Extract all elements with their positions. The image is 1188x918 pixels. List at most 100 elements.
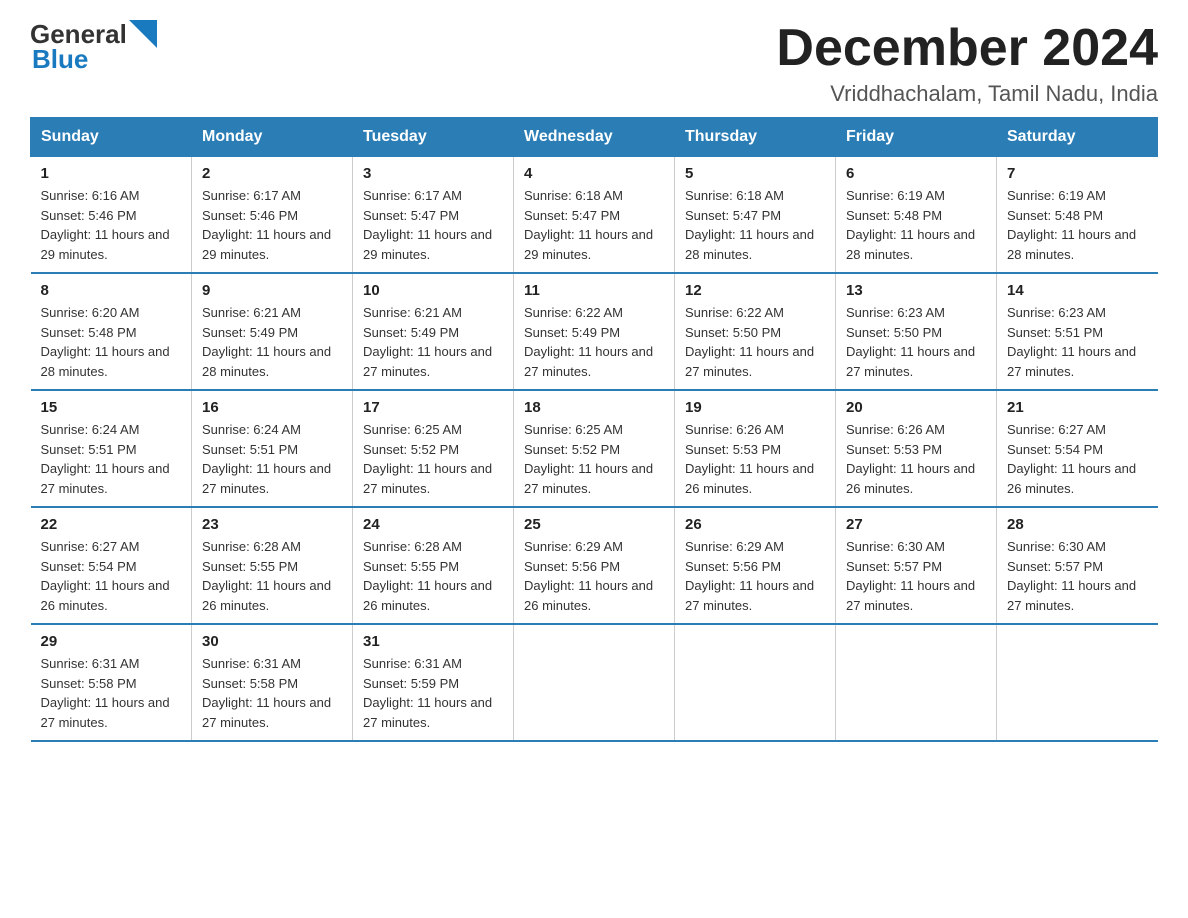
day-info: Sunrise: 6:27 AMSunset: 5:54 PMDaylight:… — [41, 537, 182, 615]
day-info: Sunrise: 6:31 AMSunset: 5:58 PMDaylight:… — [202, 654, 342, 732]
calendar-cell: 14 Sunrise: 6:23 AMSunset: 5:51 PMDaylig… — [997, 273, 1158, 390]
day-number: 20 — [846, 399, 986, 416]
day-number: 30 — [202, 633, 342, 650]
calendar-cell: 27 Sunrise: 6:30 AMSunset: 5:57 PMDaylig… — [836, 507, 997, 624]
calendar-cell: 19 Sunrise: 6:26 AMSunset: 5:53 PMDaylig… — [675, 390, 836, 507]
day-info: Sunrise: 6:25 AMSunset: 5:52 PMDaylight:… — [363, 420, 503, 498]
calendar-cell: 29 Sunrise: 6:31 AMSunset: 5:58 PMDaylig… — [31, 624, 192, 741]
calendar-cell — [514, 624, 675, 741]
calendar-cell: 30 Sunrise: 6:31 AMSunset: 5:58 PMDaylig… — [192, 624, 353, 741]
day-info: Sunrise: 6:17 AMSunset: 5:47 PMDaylight:… — [363, 186, 503, 264]
day-info: Sunrise: 6:26 AMSunset: 5:53 PMDaylight:… — [685, 420, 825, 498]
calendar-cell: 5 Sunrise: 6:18 AMSunset: 5:47 PMDayligh… — [675, 157, 836, 274]
calendar-header-row: SundayMondayTuesdayWednesdayThursdayFrid… — [31, 118, 1158, 157]
calendar-title: December 2024 — [776, 20, 1158, 77]
day-number: 12 — [685, 282, 825, 299]
day-number: 27 — [846, 516, 986, 533]
calendar-cell — [836, 624, 997, 741]
calendar-week-row: 1 Sunrise: 6:16 AMSunset: 5:46 PMDayligh… — [31, 157, 1158, 274]
day-number: 8 — [41, 282, 182, 299]
day-number: 29 — [41, 633, 182, 650]
calendar-cell: 2 Sunrise: 6:17 AMSunset: 5:46 PMDayligh… — [192, 157, 353, 274]
weekday-header-thursday: Thursday — [675, 118, 836, 157]
day-number: 22 — [41, 516, 182, 533]
calendar-cell: 10 Sunrise: 6:21 AMSunset: 5:49 PMDaylig… — [353, 273, 514, 390]
day-info: Sunrise: 6:29 AMSunset: 5:56 PMDaylight:… — [524, 537, 664, 615]
day-number: 19 — [685, 399, 825, 416]
logo: General Blue — [30, 20, 157, 73]
calendar-cell: 21 Sunrise: 6:27 AMSunset: 5:54 PMDaylig… — [997, 390, 1158, 507]
day-info: Sunrise: 6:28 AMSunset: 5:55 PMDaylight:… — [202, 537, 342, 615]
weekday-header-sunday: Sunday — [31, 118, 192, 157]
title-block: December 2024 Vriddhachalam, Tamil Nadu,… — [776, 20, 1158, 107]
calendar-cell: 8 Sunrise: 6:20 AMSunset: 5:48 PMDayligh… — [31, 273, 192, 390]
calendar-cell: 26 Sunrise: 6:29 AMSunset: 5:56 PMDaylig… — [675, 507, 836, 624]
day-info: Sunrise: 6:30 AMSunset: 5:57 PMDaylight:… — [1007, 537, 1148, 615]
day-number: 25 — [524, 516, 664, 533]
day-info: Sunrise: 6:21 AMSunset: 5:49 PMDaylight:… — [202, 303, 342, 381]
day-info: Sunrise: 6:25 AMSunset: 5:52 PMDaylight:… — [524, 420, 664, 498]
day-number: 9 — [202, 282, 342, 299]
calendar-cell: 7 Sunrise: 6:19 AMSunset: 5:48 PMDayligh… — [997, 157, 1158, 274]
day-number: 17 — [363, 399, 503, 416]
calendar-table: SundayMondayTuesdayWednesdayThursdayFrid… — [30, 117, 1158, 742]
day-info: Sunrise: 6:17 AMSunset: 5:46 PMDaylight:… — [202, 186, 342, 264]
day-info: Sunrise: 6:29 AMSunset: 5:56 PMDaylight:… — [685, 537, 825, 615]
calendar-week-row: 8 Sunrise: 6:20 AMSunset: 5:48 PMDayligh… — [31, 273, 1158, 390]
day-info: Sunrise: 6:28 AMSunset: 5:55 PMDaylight:… — [363, 537, 503, 615]
calendar-cell: 3 Sunrise: 6:17 AMSunset: 5:47 PMDayligh… — [353, 157, 514, 274]
calendar-cell — [997, 624, 1158, 741]
day-info: Sunrise: 6:23 AMSunset: 5:50 PMDaylight:… — [846, 303, 986, 381]
calendar-cell: 18 Sunrise: 6:25 AMSunset: 5:52 PMDaylig… — [514, 390, 675, 507]
calendar-cell: 12 Sunrise: 6:22 AMSunset: 5:50 PMDaylig… — [675, 273, 836, 390]
weekday-header-friday: Friday — [836, 118, 997, 157]
day-info: Sunrise: 6:19 AMSunset: 5:48 PMDaylight:… — [846, 186, 986, 264]
calendar-cell: 4 Sunrise: 6:18 AMSunset: 5:47 PMDayligh… — [514, 157, 675, 274]
day-info: Sunrise: 6:19 AMSunset: 5:48 PMDaylight:… — [1007, 186, 1148, 264]
day-info: Sunrise: 6:23 AMSunset: 5:51 PMDaylight:… — [1007, 303, 1148, 381]
calendar-cell: 20 Sunrise: 6:26 AMSunset: 5:53 PMDaylig… — [836, 390, 997, 507]
day-number: 15 — [41, 399, 182, 416]
day-number: 23 — [202, 516, 342, 533]
day-number: 7 — [1007, 165, 1148, 182]
day-number: 18 — [524, 399, 664, 416]
calendar-subtitle: Vriddhachalam, Tamil Nadu, India — [776, 81, 1158, 107]
calendar-cell: 17 Sunrise: 6:25 AMSunset: 5:52 PMDaylig… — [353, 390, 514, 507]
day-number: 28 — [1007, 516, 1148, 533]
weekday-header-saturday: Saturday — [997, 118, 1158, 157]
day-number: 4 — [524, 165, 664, 182]
calendar-cell: 24 Sunrise: 6:28 AMSunset: 5:55 PMDaylig… — [353, 507, 514, 624]
day-info: Sunrise: 6:21 AMSunset: 5:49 PMDaylight:… — [363, 303, 503, 381]
day-number: 2 — [202, 165, 342, 182]
calendar-cell: 16 Sunrise: 6:24 AMSunset: 5:51 PMDaylig… — [192, 390, 353, 507]
logo-text-blue: Blue — [32, 45, 157, 74]
day-info: Sunrise: 6:22 AMSunset: 5:50 PMDaylight:… — [685, 303, 825, 381]
day-info: Sunrise: 6:20 AMSunset: 5:48 PMDaylight:… — [41, 303, 182, 381]
calendar-cell: 25 Sunrise: 6:29 AMSunset: 5:56 PMDaylig… — [514, 507, 675, 624]
calendar-week-row: 15 Sunrise: 6:24 AMSunset: 5:51 PMDaylig… — [31, 390, 1158, 507]
weekday-header-tuesday: Tuesday — [353, 118, 514, 157]
day-info: Sunrise: 6:31 AMSunset: 5:58 PMDaylight:… — [41, 654, 182, 732]
day-number: 24 — [363, 516, 503, 533]
day-number: 5 — [685, 165, 825, 182]
day-number: 14 — [1007, 282, 1148, 299]
calendar-cell: 6 Sunrise: 6:19 AMSunset: 5:48 PMDayligh… — [836, 157, 997, 274]
calendar-week-row: 29 Sunrise: 6:31 AMSunset: 5:58 PMDaylig… — [31, 624, 1158, 741]
day-info: Sunrise: 6:26 AMSunset: 5:53 PMDaylight:… — [846, 420, 986, 498]
calendar-cell: 31 Sunrise: 6:31 AMSunset: 5:59 PMDaylig… — [353, 624, 514, 741]
weekday-header-wednesday: Wednesday — [514, 118, 675, 157]
day-number: 3 — [363, 165, 503, 182]
day-number: 13 — [846, 282, 986, 299]
calendar-cell: 1 Sunrise: 6:16 AMSunset: 5:46 PMDayligh… — [31, 157, 192, 274]
day-info: Sunrise: 6:22 AMSunset: 5:49 PMDaylight:… — [524, 303, 664, 381]
day-info: Sunrise: 6:30 AMSunset: 5:57 PMDaylight:… — [846, 537, 986, 615]
day-number: 11 — [524, 282, 664, 299]
day-number: 26 — [685, 516, 825, 533]
day-number: 1 — [41, 165, 182, 182]
weekday-header-monday: Monday — [192, 118, 353, 157]
day-info: Sunrise: 6:27 AMSunset: 5:54 PMDaylight:… — [1007, 420, 1148, 498]
day-number: 31 — [363, 633, 503, 650]
calendar-cell — [675, 624, 836, 741]
page-header: General Blue December 2024 Vriddhachalam… — [30, 20, 1158, 107]
day-number: 10 — [363, 282, 503, 299]
